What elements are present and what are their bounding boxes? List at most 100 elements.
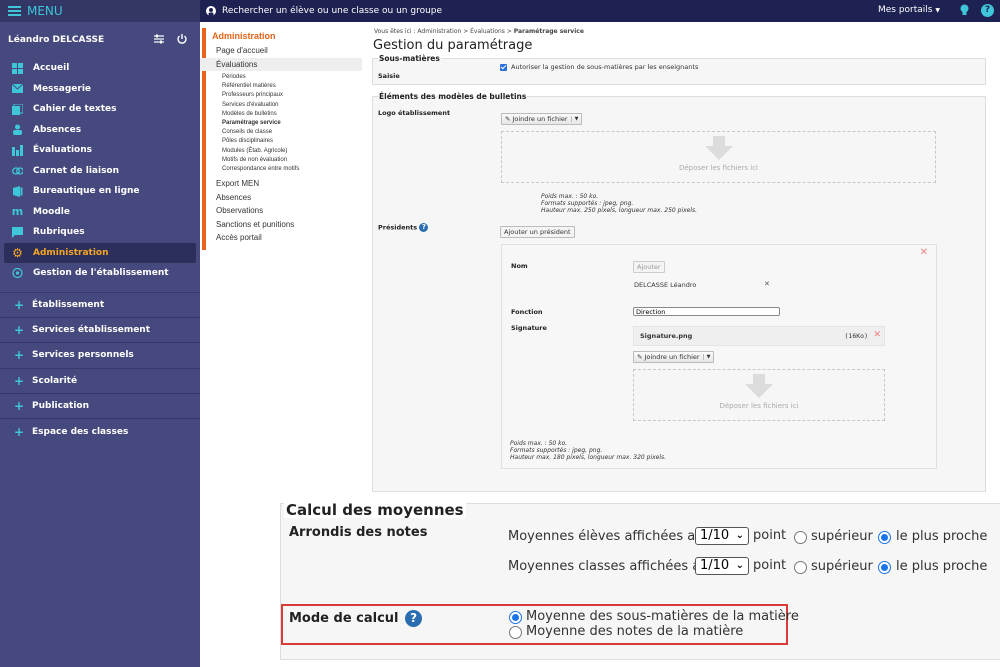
lightbulb-icon[interactable]: [960, 4, 970, 17]
admin-subnav-item[interactable]: Modules (Étab. Agricole): [200, 147, 370, 156]
sidebar-item-label: Évaluations: [33, 145, 92, 156]
drop-label: Déposer les fichiers ici: [678, 164, 759, 172]
bar-chart-icon: [12, 144, 23, 156]
sidebar-item-label: Messagerie: [33, 83, 92, 94]
admin-subnav-item[interactable]: Conseils de classe: [200, 128, 370, 137]
sidebar-group-scolarite[interactable]: + Scolarité: [0, 369, 200, 395]
admin-nav-item-evaluations[interactable]: Évaluations: [200, 57, 362, 71]
hint-line: Hauteur max. 180 pixels, longueur max. 3…: [510, 454, 667, 461]
saisie-label: Saisie: [378, 72, 400, 80]
sidebar-item-administration[interactable]: ⚙ Administration: [4, 242, 196, 263]
row1-proche-label[interactable]: le plus proche: [896, 529, 987, 544]
add-president-button[interactable]: Ajouter un président: [500, 226, 575, 238]
fonction-label: Fonction: [511, 308, 543, 316]
drop-arrow-icon: [753, 374, 765, 384]
power-icon[interactable]: [176, 33, 188, 45]
row2-rounding-select[interactable]: 1/10 ⌄: [695, 557, 749, 575]
sidebar-item-messagerie[interactable]: Messagerie: [0, 79, 200, 100]
sidebar-item-absences[interactable]: Absences: [0, 120, 200, 141]
attach-file-button[interactable]: ✎ Joindre un fichier ▼: [501, 113, 583, 125]
row2-proche-radio[interactable]: [878, 561, 891, 574]
sidebar-group-espace-classes[interactable]: + Espace des classes: [0, 419, 200, 444]
sidebar-item-moodle[interactable]: m Moodle: [0, 202, 200, 223]
sidebar-item-bureautique[interactable]: Bureautique en ligne: [0, 181, 200, 202]
plus-icon: +: [14, 373, 25, 388]
gear-icon: ⚙: [12, 245, 23, 260]
hint-line: Hauteur max. 250 pixels, longueur max. 2…: [541, 207, 698, 214]
link-icon: [12, 165, 23, 176]
mode-notes-label[interactable]: Moyenne des notes de la matière: [526, 624, 743, 639]
portals-dropdown[interactable]: Mes portails ▼: [878, 5, 940, 15]
breadcrumb-current: Paramétrage service: [513, 28, 584, 35]
row1-superieur-radio[interactable]: [794, 531, 807, 544]
sidebar-item-evaluations[interactable]: Évaluations: [0, 140, 200, 161]
sidebar-group-services-etablissement[interactable]: + Services établissement: [0, 318, 200, 344]
help-icon[interactable]: ?: [981, 4, 994, 17]
admin-subnav-item[interactable]: Correspondance entre motifs: [200, 165, 370, 174]
sidebar-group-etablissement[interactable]: + Établissement: [0, 293, 200, 318]
row2-text: Moyennes classes affichées au: [508, 559, 709, 574]
breadcrumb-path[interactable]: Vous êtes ici : Administration > Évaluat…: [374, 28, 514, 35]
fonction-input[interactable]: [633, 307, 780, 316]
search-person-icon: [206, 6, 216, 16]
ajouter-button[interactable]: Ajouter: [633, 261, 665, 273]
signature-dropzone[interactable]: Déposer les fichiers ici: [633, 369, 885, 421]
admin-nav-item[interactable]: Page d'accueil: [200, 44, 370, 58]
admin-subnav-item[interactable]: Périodes: [200, 73, 370, 82]
help-question-icon[interactable]: ?: [405, 610, 423, 627]
logo-dropzone[interactable]: Déposer les fichiers ici: [501, 131, 936, 183]
paperclip-icon: ✎: [637, 353, 643, 361]
admin-subnav-item-current[interactable]: Paramétrage service: [200, 119, 370, 128]
admin-subnav-item[interactable]: Professeurs principaux: [200, 91, 370, 100]
drop-arrow-head: [704, 146, 733, 160]
sidebar-item-carnet-de-liaison[interactable]: Carnet de liaison: [0, 161, 200, 182]
user-name: Léandro DELCASSE: [8, 35, 105, 45]
row1-proche-radio[interactable]: [878, 531, 891, 544]
caret-down-icon[interactable]: ▼: [570, 116, 578, 122]
hint-line: Poids max. : 50 ko.: [541, 193, 599, 200]
plus-icon: +: [14, 399, 25, 414]
admin-subnav-item[interactable]: Référentiel matières: [200, 82, 370, 91]
remove-signature-icon[interactable]: ✕: [873, 330, 881, 340]
admin-subnav-item[interactable]: Modèles de bulletins: [200, 110, 370, 119]
help-question-icon[interactable]: ?: [419, 223, 429, 232]
sidebar-item-cahier-de-textes[interactable]: Cahier de textes: [0, 99, 200, 120]
admin-subnav-item[interactable]: Pôles disciplinaires: [200, 137, 370, 146]
remove-name-icon[interactable]: ✕: [764, 280, 770, 288]
search-input[interactable]: Rechercher un élève ou une classe ou un …: [222, 6, 442, 16]
admin-nav-item[interactable]: Accès portail: [200, 231, 370, 245]
row2-proche-label[interactable]: le plus proche: [896, 559, 987, 574]
sidebar-group-publication[interactable]: + Publication: [0, 394, 200, 420]
signature-filename: Signature.png: [640, 332, 693, 340]
sidebar-item-rubriques[interactable]: Rubriques: [0, 222, 200, 243]
sidebar-group-services-personnels[interactable]: + Services personnels: [0, 343, 200, 369]
sidebar-item-accueil[interactable]: Accueil: [0, 58, 200, 79]
menu-toggle[interactable]: MENU: [0, 0, 200, 22]
row1-rounding-select[interactable]: 1/10 ⌄: [695, 527, 749, 545]
admin-subnav-item[interactable]: Motifs de non évaluation: [200, 156, 370, 165]
ajouter-label: Ajouter: [637, 263, 661, 271]
admin-nav-item[interactable]: Sanctions et punitions: [200, 218, 370, 232]
attach-signature-button[interactable]: ✎ Joindre un fichier ▼: [633, 351, 715, 363]
row2-superieur-radio[interactable]: [794, 561, 807, 574]
admin-nav-item[interactable]: Observations: [200, 204, 370, 218]
remove-president-icon[interactable]: ✕: [920, 247, 928, 258]
admin-subnav-item[interactable]: Services d'évaluation: [200, 101, 370, 110]
calcul-moyennes-legend: Calcul des moyennes: [284, 501, 466, 519]
sidebar-item-gestion-etablissement[interactable]: Gestion de l'établissement: [0, 263, 200, 284]
row2-superieur-label[interactable]: supérieur: [811, 559, 873, 574]
admin-nav-item[interactable]: Export MEN: [200, 177, 370, 191]
mode-sous-matieres-radio[interactable]: [509, 611, 522, 624]
elements-bulletins-section: Éléments des modèles de bulletins Logo é…: [372, 92, 986, 492]
caret-down-icon[interactable]: ▼: [702, 354, 710, 360]
sous-matieres-checkbox-row[interactable]: Autoriser la gestion de sous-matières pa…: [500, 63, 698, 71]
settings-sliders-icon[interactable]: [153, 33, 165, 45]
sous-matieres-checkbox[interactable]: [500, 63, 507, 71]
mode-notes-radio[interactable]: [509, 626, 522, 639]
mode-sous-matieres-label[interactable]: Moyenne des sous-matières de la matière: [526, 609, 799, 624]
breadcrumb: Vous êtes ici : Administration > Évaluat…: [372, 28, 986, 35]
admin-nav-item[interactable]: Absences: [200, 191, 370, 205]
group-label: Services établissement: [32, 325, 151, 336]
row1-superieur-label[interactable]: supérieur: [811, 529, 873, 544]
arrondis-label: Arrondis des notes: [289, 525, 428, 540]
